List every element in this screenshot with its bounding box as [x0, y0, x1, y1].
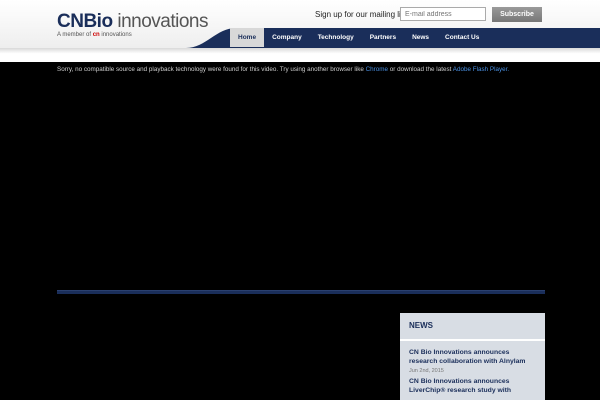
nav-contact-us[interactable]: Contact Us	[437, 28, 487, 47]
logo-bio: Bio	[83, 11, 113, 32]
video-player[interactable]	[0, 62, 600, 290]
subscribe-button[interactable]: Subscribe	[492, 7, 542, 22]
email-input[interactable]	[400, 7, 486, 21]
header-divider	[0, 48, 600, 62]
news-title: NEWS	[409, 321, 433, 330]
logo-tagline-suffix: innovations	[101, 32, 132, 38]
logo-tagline-prefix: A member of	[57, 32, 92, 38]
main-nav: Home Company Technology Partners News Co…	[230, 28, 487, 47]
logo-cn: CN	[57, 11, 84, 32]
video-msg-middle: or download the latest	[389, 66, 452, 73]
mailing-list-label: Sign up for our mailing list	[315, 10, 408, 19]
nav-company[interactable]: Company	[264, 28, 310, 47]
chrome-link[interactable]: Chrome	[366, 66, 388, 73]
content-divider	[57, 290, 545, 294]
news-panel: NEWS CN Bio Innovations announces resear…	[400, 313, 545, 400]
video-msg-prefix: Sorry, no compatible source and playback…	[57, 66, 364, 73]
news-date: Jun 2nd, 2015	[409, 368, 444, 374]
news-headline[interactable]: CN Bio Innovations announces research co…	[409, 348, 539, 366]
logo-tagline-brand: cn	[92, 32, 100, 38]
nav-news[interactable]: News	[404, 28, 437, 47]
news-headline[interactable]: CN Bio Innovations announces LiverChip® …	[409, 377, 539, 395]
news-item[interactable]: CN Bio Innovations announces research co…	[409, 348, 539, 374]
news-separator	[400, 339, 545, 341]
video-error-message: Sorry, no compatible source and playback…	[57, 66, 509, 73]
site-header: CNBio innovations A member of cn innovat…	[0, 0, 600, 48]
news-item[interactable]: CN Bio Innovations announces LiverChip® …	[409, 377, 539, 395]
flash-player-link[interactable]: Adobe Flash Player.	[453, 66, 509, 73]
nav-technology[interactable]: Technology	[310, 28, 362, 47]
nav-partners[interactable]: Partners	[362, 28, 404, 47]
nav-home[interactable]: Home	[230, 28, 265, 47]
